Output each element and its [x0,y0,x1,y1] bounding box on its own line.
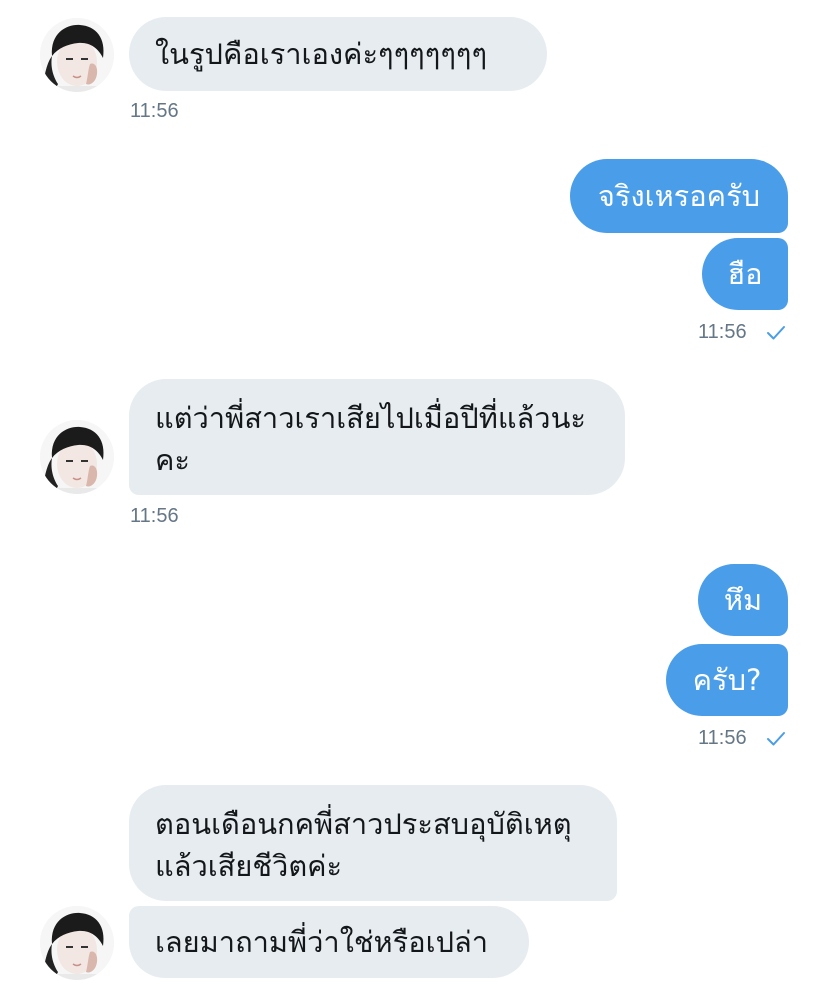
message-timestamp: 11:56 [130,100,179,122]
message-text: เลยมาถามพี่ว่าใช่หรือเปล่า [155,925,489,959]
message-text-line: คะ [155,443,190,477]
message-text-line: แล้วเสียชีวิตค่ะ [155,849,343,883]
contact-avatar[interactable] [40,906,114,980]
avatar-image [40,420,114,494]
message-text: ครับ? [692,663,762,697]
incoming-message-bubble[interactable]: ตอนเดือนกคพี่สาวประสบอุบัติเหตุ แล้วเสีย… [129,785,617,901]
message-timestamp: 11:56 [698,727,747,749]
avatar-image [40,18,114,92]
outgoing-message-bubble[interactable]: จริงเหรอครับ [570,159,788,233]
outgoing-message-bubble[interactable]: หึม [698,564,788,636]
message-text: ฮือ [727,257,763,291]
incoming-message-bubble[interactable]: แต่ว่าพี่สาวเราเสียไปเมื่อปีที่แล้วนะ คะ [129,379,625,495]
contact-avatar[interactable] [40,420,114,494]
message-timestamp: 11:56 [130,505,179,527]
message-text-line: แต่ว่าพี่สาวเราเสียไปเมื่อปีที่แล้วนะ [155,401,586,435]
message-text: จริงเหรอครับ [597,179,761,213]
message-text: ในรูปคือเราเองค่ะๆๆๆๆๆๆๆ [155,37,488,71]
contact-avatar[interactable] [40,18,114,92]
outgoing-message-bubble[interactable]: ครับ? [666,644,788,716]
incoming-message-bubble[interactable]: เลยมาถามพี่ว่าใช่หรือเปล่า [129,906,529,978]
check-icon [767,732,785,746]
outgoing-message-bubble[interactable]: ฮือ [702,238,788,310]
message-text: หึม [723,583,763,617]
check-icon [767,326,785,340]
message-timestamp: 11:56 [698,321,747,343]
incoming-message-bubble[interactable]: ในรูปคือเราเองค่ะๆๆๆๆๆๆๆ [129,17,547,91]
message-text-line: ตอนเดือนกคพี่สาวประสบอุบัติเหตุ [155,807,572,841]
avatar-image [40,906,114,980]
